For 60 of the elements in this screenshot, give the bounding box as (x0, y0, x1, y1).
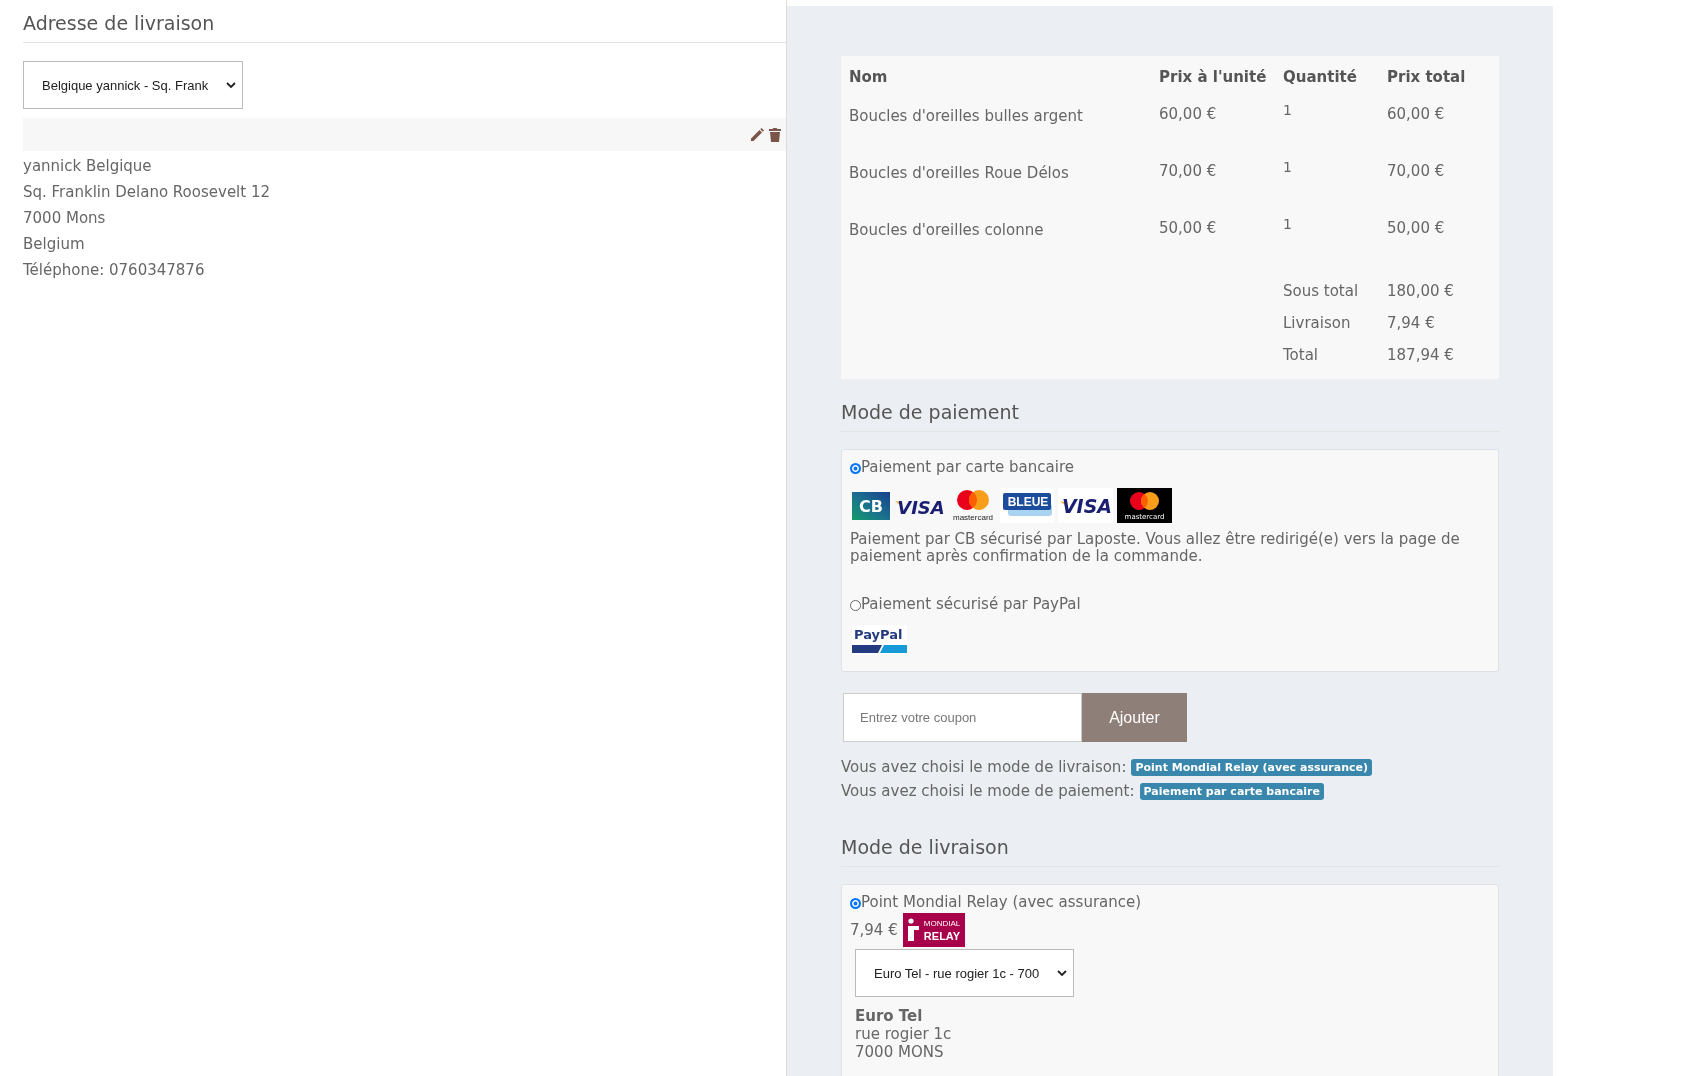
address-line: Belgium (23, 234, 86, 255)
choice-text: Vous avez choisi le mode de paiement: (841, 782, 1135, 800)
table-cell-text: 50,00 € (1387, 218, 1446, 239)
section-title: Mode de livraison (841, 836, 1499, 867)
table-cell-text: 70,00 € (1387, 161, 1446, 182)
section-title: Adresse de livraison (23, 12, 786, 43)
mondial-relay-logo: MONDIAL RELAY (902, 913, 965, 947)
chevron-down-icon (1057, 969, 1067, 977)
total-label: Sous total (1283, 281, 1360, 302)
address-select[interactable]: Belgique yannick - Sq. Frank (23, 61, 243, 109)
address-line: yannick Belgique (23, 156, 153, 177)
table-cell-text: 70,00 € (1159, 161, 1218, 182)
choice-badge: Paiement par carte bancaire (1139, 782, 1324, 800)
coupon-input[interactable]: Entrez votre coupon (843, 693, 1082, 742)
total-value: 7,94 € (1387, 313, 1436, 334)
table-cell-text: 1 (1283, 215, 1293, 234)
payment-description: Paiement par CB sécurisé par Laposte. Vous allez être redirigé(e) vers la page de paiement après confirmation de la commande. (850, 531, 1461, 565)
relay-address-line: 7000 MONS (855, 1043, 945, 1061)
table-cell-text: 60,00 € (1387, 104, 1446, 125)
radio-button[interactable] (850, 600, 861, 611)
radio-button[interactable] (850, 463, 861, 474)
table-cell-text: 50,00 € (1159, 218, 1218, 239)
column-header: Nom (849, 67, 889, 88)
column-header: Quantité (1283, 67, 1358, 88)
relay-point-select[interactable]: Euro Tel - rue rogier 1c - 700 (855, 949, 1074, 997)
address-line: Téléphone: 0760347876 (23, 260, 206, 281)
column-header: Prix à l'unité (1159, 67, 1268, 88)
visa-logo: VISA (1058, 488, 1113, 523)
table-cell-text: 60,00 € (1159, 104, 1218, 125)
radio-button[interactable] (850, 898, 861, 909)
paypal-logo: PayPal (852, 625, 907, 655)
address-line: Sq. Franklin Delano Roosevelt 12 (23, 182, 272, 203)
trash-icon[interactable] (768, 126, 782, 143)
relay-address-line: rue rogier 1c (855, 1025, 953, 1043)
chevron-down-icon (226, 81, 236, 89)
pencil-icon[interactable] (749, 126, 765, 143)
total-label: Livraison (1283, 313, 1352, 334)
option-label: Point Mondial Relay (avec assurance) (861, 893, 1142, 911)
table-cell-text: 1 (1283, 158, 1293, 177)
column-header: Prix total (1387, 67, 1467, 88)
carte-bleue-logo: BLEUE (1000, 488, 1054, 523)
delivery-price: 7,94 € (850, 921, 898, 941)
option-label: Paiement par carte bancaire (861, 458, 1074, 476)
total-value: 180,00 € (1387, 281, 1455, 302)
choice-text: Vous avez choisi le mode de livraison: (841, 758, 1127, 776)
table-cell-text: Boucles d'oreilles colonne (849, 220, 1045, 241)
relay-name: Euro Tel (855, 1007, 924, 1025)
cb-logo: CB (852, 491, 890, 520)
choice-badge: Point Mondial Relay (avec assurance) (1131, 758, 1372, 776)
total-value: 187,94 € (1387, 345, 1455, 366)
table-cell-text: Boucles d'oreilles Roue Délos (849, 163, 1070, 184)
total-label: Total (1283, 345, 1320, 366)
add-button[interactable]: Ajouter (1082, 693, 1187, 742)
visa-logo: VISA (894, 491, 946, 520)
table-cell-text: 1 (1283, 101, 1293, 120)
mastercard-logo: mastercard (950, 488, 996, 523)
table-cell-text: Boucles d'oreilles bulles argent (849, 106, 1084, 127)
option-label: Paiement sécurisé par PayPal (861, 595, 1081, 613)
section-title: Mode de paiement (841, 401, 1499, 432)
address-line: 7000 Mons (23, 208, 107, 229)
